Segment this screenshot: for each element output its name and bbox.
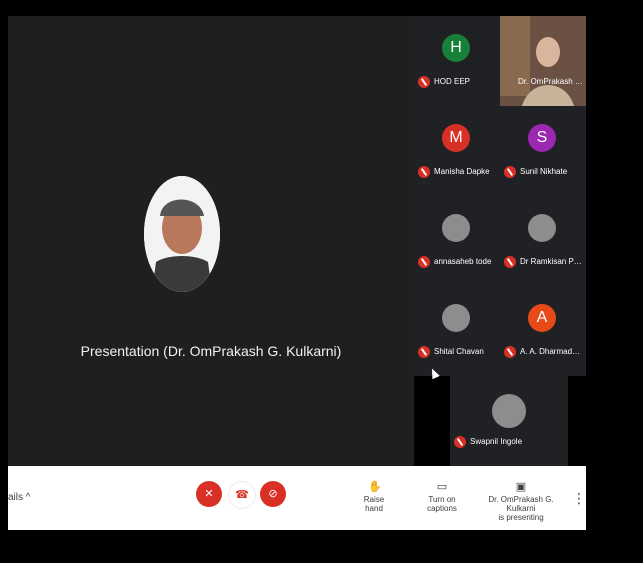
participant-name: Dr. OmPrakash G. K... (518, 77, 584, 86)
participant-name: Manisha Dapke (434, 167, 490, 176)
hangup-icon: ☎ (235, 489, 249, 501)
participant-tile-shital[interactable]: Shital Chavan (414, 286, 500, 376)
hand-icon: ✋ (368, 481, 382, 493)
participant-name: Sunil Nikhate (520, 167, 568, 176)
main-stage: Presentation (Dr. OmPrakash G. Kulkarni) (8, 16, 414, 466)
participant-tile-sunil[interactable]: S Sunil Nikhate (500, 106, 586, 196)
camera-off-icon: ⊘ (268, 488, 278, 500)
muted-mic-icon (418, 76, 430, 88)
meeting-window: Presentation (Dr. OmPrakash G. Kulkarni)… (8, 16, 586, 530)
participants-grid: H HOD EEP Dr. OmPrakash G. K... M Manish… (414, 16, 586, 466)
raise-hand-button[interactable]: ✋ Raise hand (354, 480, 394, 513)
participant-tile-manisha[interactable]: M Manisha Dapke (414, 106, 500, 196)
meeting-details-toggle[interactable]: ails ^ (8, 492, 30, 503)
meeting-toolbar: ails ^ ✕ ☎ ⊘ ✋ Raise hand ▭ Turn on capt… (8, 466, 586, 530)
participant-tile-annasaheb[interactable]: annasaheb tode (414, 196, 500, 286)
avatar: S (528, 124, 556, 152)
muted-mic-icon (418, 346, 430, 358)
presenter-avatar (144, 176, 220, 292)
avatar: H (442, 34, 470, 62)
participant-name: Dr Ramkisan Pawar... (520, 257, 584, 266)
muted-mic-icon (418, 256, 430, 268)
presenting-button[interactable]: ▣ Dr. OmPrakash G. Kulkarni is presentin… (480, 480, 562, 522)
mic-off-button[interactable]: ✕ (196, 481, 222, 507)
participant-name: HOD EEP (434, 77, 471, 86)
muted-mic-icon (418, 166, 430, 178)
captions-icon: ▭ (436, 481, 448, 493)
participant-name: A. A. Dharmadhikari (520, 347, 584, 356)
more-options-icon[interactable]: ⋮ (572, 490, 586, 507)
avatar (442, 214, 470, 242)
avatar: A (528, 304, 556, 332)
participant-tile-ramkisan[interactable]: Dr Ramkisan Pawar... (500, 196, 586, 286)
participant-tile-hod-eep[interactable]: H HOD EEP (414, 16, 500, 106)
muted-mic-icon (504, 346, 516, 358)
presentation-caption: Presentation (Dr. OmPrakash G. Kulkarni) (80, 343, 342, 359)
participant-name: annasaheb tode (434, 257, 492, 266)
mic-off-icon: ✕ (204, 488, 214, 500)
avatar (442, 304, 470, 332)
present-icon: ▣ (515, 481, 527, 493)
participant-tile-swapnil[interactable]: Swapnil Ingole (450, 376, 568, 466)
captions-button[interactable]: ▭ Turn on captions (414, 480, 470, 513)
participant-name: Shital Chavan (434, 347, 484, 356)
muted-mic-icon (504, 166, 516, 178)
avatar: M (442, 124, 470, 152)
leave-call-button[interactable]: ☎ (228, 481, 256, 509)
participant-video (500, 16, 586, 106)
avatar (492, 394, 526, 428)
camera-off-button[interactable]: ⊘ (260, 481, 286, 507)
participant-tile-dharmadhikari[interactable]: A A. A. Dharmadhikari (500, 286, 586, 376)
muted-mic-icon (504, 256, 516, 268)
participant-tile-omprakash[interactable]: Dr. OmPrakash G. K... (500, 16, 586, 106)
participant-name: Swapnil Ingole (470, 437, 523, 446)
avatar (528, 214, 556, 242)
muted-mic-icon (454, 436, 466, 448)
